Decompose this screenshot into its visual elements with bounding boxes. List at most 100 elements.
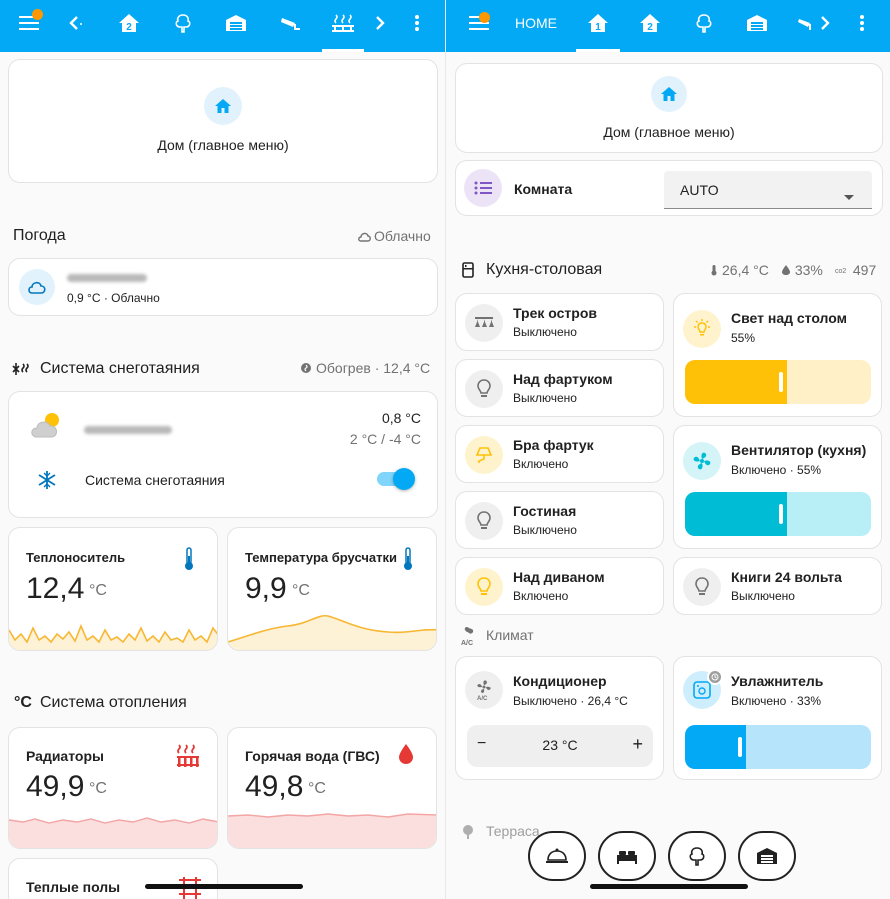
screenshot-root: 2 Дом (главное меню) Погода Облачно 0,9 … [0,0,890,899]
tile-name: Трек остров [513,305,597,321]
tile-over-apron[interactable]: Над фартуком Выключено [455,359,664,417]
bulb-icon [465,568,503,606]
garage-icon[interactable] [218,0,254,46]
increase-temp-button[interactable]: + [632,734,643,755]
fan-speed-fill [685,492,787,536]
kitchen-humidity: 33% [794,262,823,278]
tile-state: Включено [513,589,569,603]
bulb-icon [465,370,503,408]
snow-melt-card[interactable]: 0,8 °C 2 °C / -4 °C Система снеготаяния [8,391,438,518]
menu-icon[interactable] [462,0,496,46]
slider-handle[interactable] [779,372,783,392]
floor-2-icon[interactable]: 2 [112,0,146,46]
tile-over-sofa[interactable]: Над диваном Включено [455,557,664,615]
tile-name: Над диваном [513,569,605,585]
brightness-slider[interactable] [685,360,871,404]
dropdown-arrow-icon [844,187,854,205]
garage-icon[interactable] [739,0,775,46]
weather-condition-badge: Облачно [357,228,431,244]
partly-cloudy-icon [29,410,67,445]
bed-icon [617,851,637,864]
garden-nav-button[interactable] [668,831,726,881]
hot-water-sensor-card[interactable]: Горячая вода (ГВС) 49,8 °C [227,727,437,849]
kitchen-temperature: 26,4 °C [722,262,769,278]
fan-speed-slider[interactable] [685,492,871,536]
tile-state: Выключено [513,523,577,537]
snow-melt-status-text: Обогрев · 12,4 °C [316,360,431,376]
home-menu-card[interactable]: Дом (главное меню) [455,63,883,153]
notification-dot [479,12,490,23]
light-over-table-card[interactable]: Свет над столом 55% [673,293,882,417]
snowflake-icon [37,470,57,495]
left-dashboard: 2 Дом (главное меню) Погода Облачно 0,9 … [0,0,445,899]
table-service-icon [546,848,568,863]
tile-living-room[interactable]: Гостиная Выключено [455,491,664,549]
tile-name: Кондиционер [513,673,607,689]
kitchen-climate-summary: 26,4 °C 33% co2 497 [710,262,876,278]
tab-home[interactable]: HOME [508,0,564,46]
air-conditioner-icon: A/C [465,671,503,709]
floor-heating-sensor-card[interactable]: Теплые полы [8,858,218,899]
fan-icon [683,442,721,480]
thermometer-icon [402,547,414,576]
tree-icon[interactable] [687,0,721,46]
tile-state: Выключено · 26,4 °C [513,694,628,708]
fan-kitchen-card[interactable]: Вентилятор (кухня) Включено · 55% [673,425,882,549]
home-indicator [590,884,748,889]
snow-melt-toggle[interactable] [377,468,415,490]
radiators-name: Радиаторы [26,748,104,764]
dining-nav-button[interactable] [528,831,586,881]
home-view-icon[interactable]: 1 [576,0,620,52]
paving-history-graph [228,614,436,650]
chevron-right-icon[interactable] [816,0,834,46]
radiator-icon [175,743,201,774]
left-top-app-bar: 2 [0,0,445,52]
tile-track-island[interactable]: Трек остров Выключено [455,293,664,351]
kitchen-title: Кухня-столовая [486,261,603,278]
snow-melt-icon[interactable] [322,0,364,52]
terrace-title: Терраса [486,823,540,839]
cctv-icon[interactable] [794,0,818,46]
humidifier-card[interactable]: Увлажнитель Включено · 33% [673,656,882,780]
chevron-right-icon[interactable] [366,0,394,46]
snow-temp-now: 0,8 °C [381,410,421,426]
home-icon [204,87,242,125]
selected-tab-indicator [576,49,620,52]
home-menu-label: Дом (главное меню) [603,124,735,140]
svg-text:A/C: A/C [477,696,488,701]
track-light-icon [465,304,503,342]
radiators-sensor-card[interactable]: Радиаторы 49,9 °C [8,727,218,849]
room-select-card: Комната AUTO [455,160,883,216]
svg-text:co2: co2 [835,268,846,275]
slider-handle[interactable] [779,504,783,524]
tile-name: Гостиная [513,503,577,519]
cctv-icon[interactable] [272,0,308,46]
tile-books-24v[interactable]: Книги 24 вольта Выключено [673,557,882,615]
garage-nav-button[interactable] [738,831,796,881]
menu-icon[interactable] [12,0,46,46]
wall-lamp-icon [465,436,503,474]
slider-handle[interactable] [738,737,742,757]
redacted-location [67,274,147,282]
humidity-slider[interactable] [685,725,871,769]
tile-name: Бра фартук [513,437,594,453]
tile-apron-sconce[interactable]: Бра фартук Включено [455,425,664,483]
air-conditioner-card[interactable]: A/C Кондиционер Выключено · 26,4 °C − 23… [455,656,664,780]
room-select-dropdown[interactable]: AUTO [664,171,872,209]
paving-sensor-card[interactable]: Температура брусчатки 9,9 °C [227,527,437,651]
snow-switch-label: Система снеготаяния [85,472,225,488]
more-vert-icon[interactable] [404,0,430,46]
bedroom-nav-button[interactable] [598,831,656,881]
paving-unit: °C [292,582,310,599]
climate-title: Климат [486,627,534,643]
chevron-left-icon[interactable] [58,0,92,46]
more-vert-icon[interactable] [849,0,875,46]
paving-value: 9,9 [245,572,287,605]
paving-name: Температура брусчатки [245,550,397,565]
home-menu-card[interactable]: Дом (главное меню) [8,59,438,183]
weather-card[interactable]: 0,9 °C · Облачно [8,258,438,316]
floor-2-icon[interactable]: 2 [633,0,667,46]
tree-icon[interactable] [166,0,200,46]
coolant-sensor-card[interactable]: Теплоноситель 12,4 °C [8,527,218,651]
coolant-name: Теплоноситель [26,550,126,565]
